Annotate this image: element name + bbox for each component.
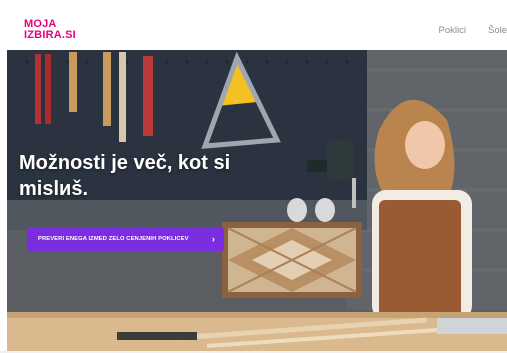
nav-item-poklici[interactable]: Poklici (439, 25, 466, 36)
cta-button[interactable]: PREVERI ENEGA IZMED ZELO CENJENIH POKLIC… (27, 227, 224, 251)
hero-banner: Možnosti je več, kot si mislиš. PREVERI … (7, 50, 507, 351)
main-nav: Poklici Šole (417, 10, 507, 50)
logo-line-2: IZBIRA.SI (24, 29, 76, 41)
site-logo[interactable]: MOJA IZBIRA.SI (24, 19, 76, 41)
cta-label: PREVERI ENEGA IZMED ZELO CENJENIH POKLIC… (38, 236, 189, 242)
top-navigation-bar: MOJA IZBIRA.SI Poklici Šole (7, 10, 507, 50)
chevron-right-icon: › (211, 234, 215, 244)
hero-title: Možnosti je več, kot si mislиš. (19, 150, 249, 202)
nav-item-sole[interactable]: Šole (488, 25, 507, 36)
hero-title-text: Možnosti je več, kot si mislиš. (19, 152, 231, 200)
